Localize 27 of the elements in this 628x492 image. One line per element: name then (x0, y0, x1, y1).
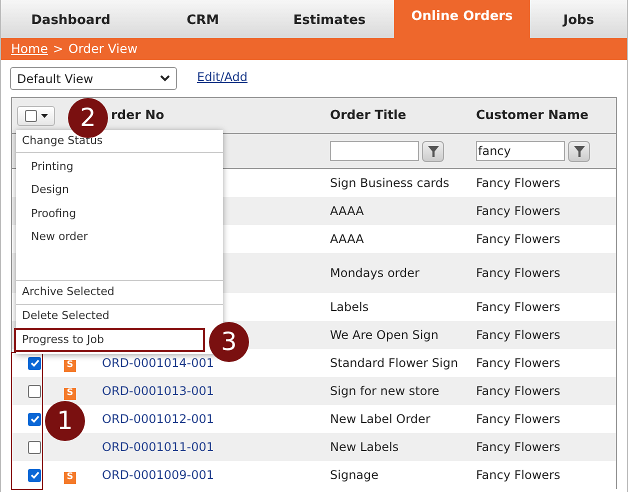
table-cell-text: Fancy Flowers (476, 203, 560, 220)
status-badge: S (64, 388, 76, 400)
table-cell: New Label Order (330, 412, 430, 426)
table-cell-text: Fancy Flowers (476, 175, 560, 192)
status-badge: S (64, 472, 76, 484)
breadcrumb-separator: > (52, 40, 64, 58)
table-cell: Sign Business cards (330, 176, 450, 190)
table-cell: Labels (330, 300, 369, 314)
breadcrumb-current: Order View (68, 40, 138, 58)
table-cell: We Are Open Sign (330, 328, 438, 342)
table-cell-text: Fancy Flowers (476, 467, 560, 484)
table-cell: Signage (330, 468, 379, 482)
table-cell-text: Fancy Flowers (476, 299, 560, 316)
table-cell-text: Fancy Flowers (476, 231, 560, 248)
table-cell: Sign for new store (330, 384, 440, 398)
table-cell-text: Fancy Flowers (476, 411, 560, 428)
table-cell: AAAA (330, 204, 364, 218)
table-cell-text: Fancy Flowers (476, 327, 560, 344)
table-cell: Standard Flower Sign (330, 356, 458, 370)
table-cell-text: Fancy Flowers (476, 383, 560, 400)
status-badge: S (64, 360, 76, 372)
table-cell-text: Fancy Flowers (476, 355, 560, 372)
table-cell-text: Fancy Flowers (476, 439, 560, 456)
table-cell: Mondays order (330, 266, 420, 280)
table-cell-text: Fancy Flowers (476, 265, 560, 282)
table-cell: AAAA (330, 232, 364, 246)
table-cell: New Labels (330, 440, 399, 454)
